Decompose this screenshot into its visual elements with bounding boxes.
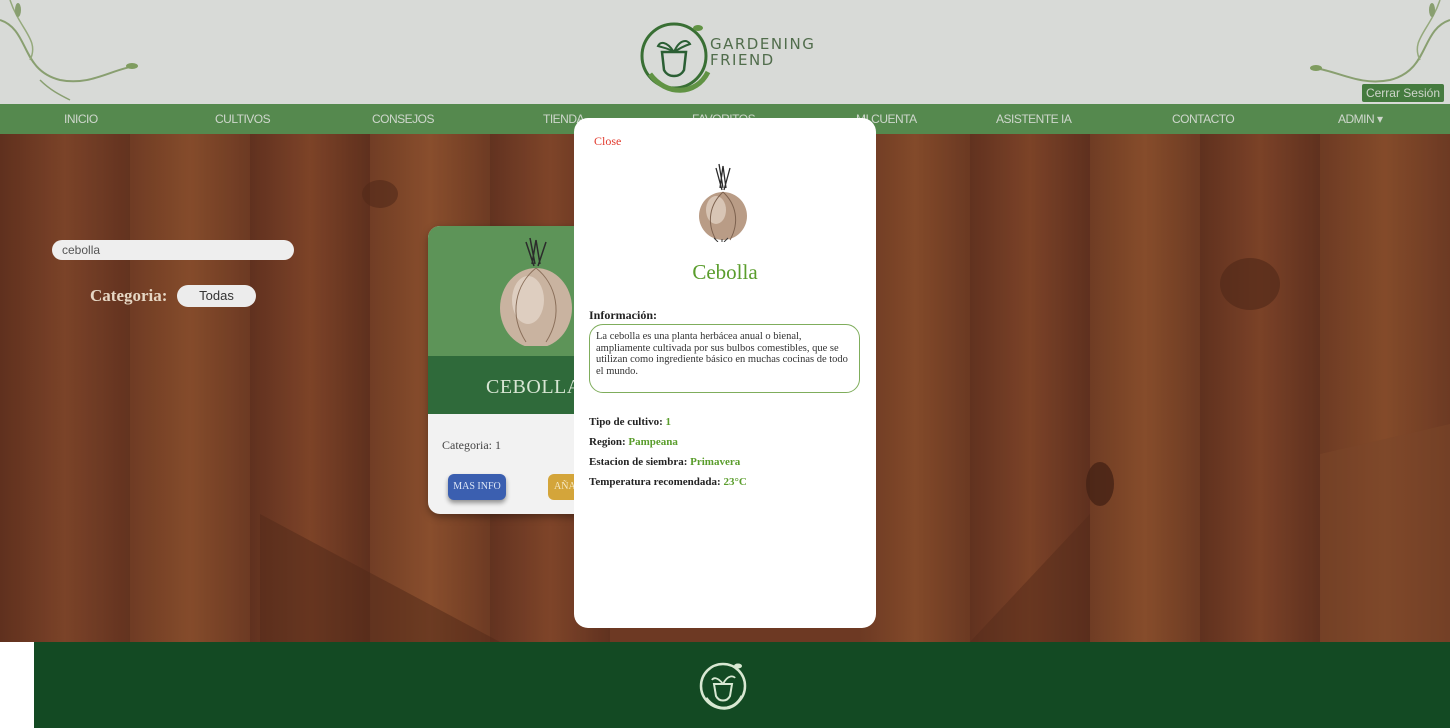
- card-title: CEBOLLA: [486, 376, 582, 398]
- detail-value: 1: [665, 416, 672, 428]
- more-info-button[interactable]: MAS INFO: [448, 474, 506, 500]
- category-select[interactable]: Todas: [177, 285, 256, 307]
- info-heading: Información:: [589, 308, 657, 322]
- detail-label: Region:: [589, 436, 626, 448]
- detail-label: Temperatura recomendada:: [589, 476, 721, 488]
- footer-logo-icon: [699, 662, 747, 710]
- site-footer: [34, 642, 1450, 728]
- detail-value: 23°C: [723, 476, 747, 488]
- modal-title: Cebolla: [692, 260, 758, 284]
- card-category: Categoria: 1: [442, 438, 501, 452]
- crop-card: CEBOLLA Categoria: 1 MAS INFO AÑADIR: [428, 226, 588, 514]
- detail-label: Tipo de cultivo:: [589, 416, 663, 428]
- info-description: La cebolla es una planta herbácea anual …: [589, 324, 860, 393]
- search-input[interactable]: cebolla: [52, 240, 294, 260]
- close-button[interactable]: Close: [594, 134, 621, 149]
- onion-image-icon: [500, 237, 572, 346]
- detail-crop-type: Tipo de cultivo: 1: [589, 416, 671, 428]
- detail-value: Pampeana: [628, 436, 678, 448]
- detail-label: Estacion de siembra:: [589, 456, 688, 468]
- onion-image-icon: [699, 163, 747, 242]
- detail-region: Region: Pampeana: [589, 436, 678, 448]
- detail-sowing-season: Estacion de siembra: Primavera: [589, 456, 740, 468]
- detail-value: Primavera: [690, 456, 741, 468]
- crop-detail-modal: Close Cebolla Información: La cebolla es…: [574, 118, 876, 628]
- card-image-area: [428, 226, 588, 356]
- page: GARDENING FRIEND Cerrar Sesión INICIO CU…: [0, 0, 1450, 728]
- category-label: Categoria:: [90, 286, 168, 305]
- detail-temperature: Temperatura recomendada: 23°C: [589, 476, 747, 488]
